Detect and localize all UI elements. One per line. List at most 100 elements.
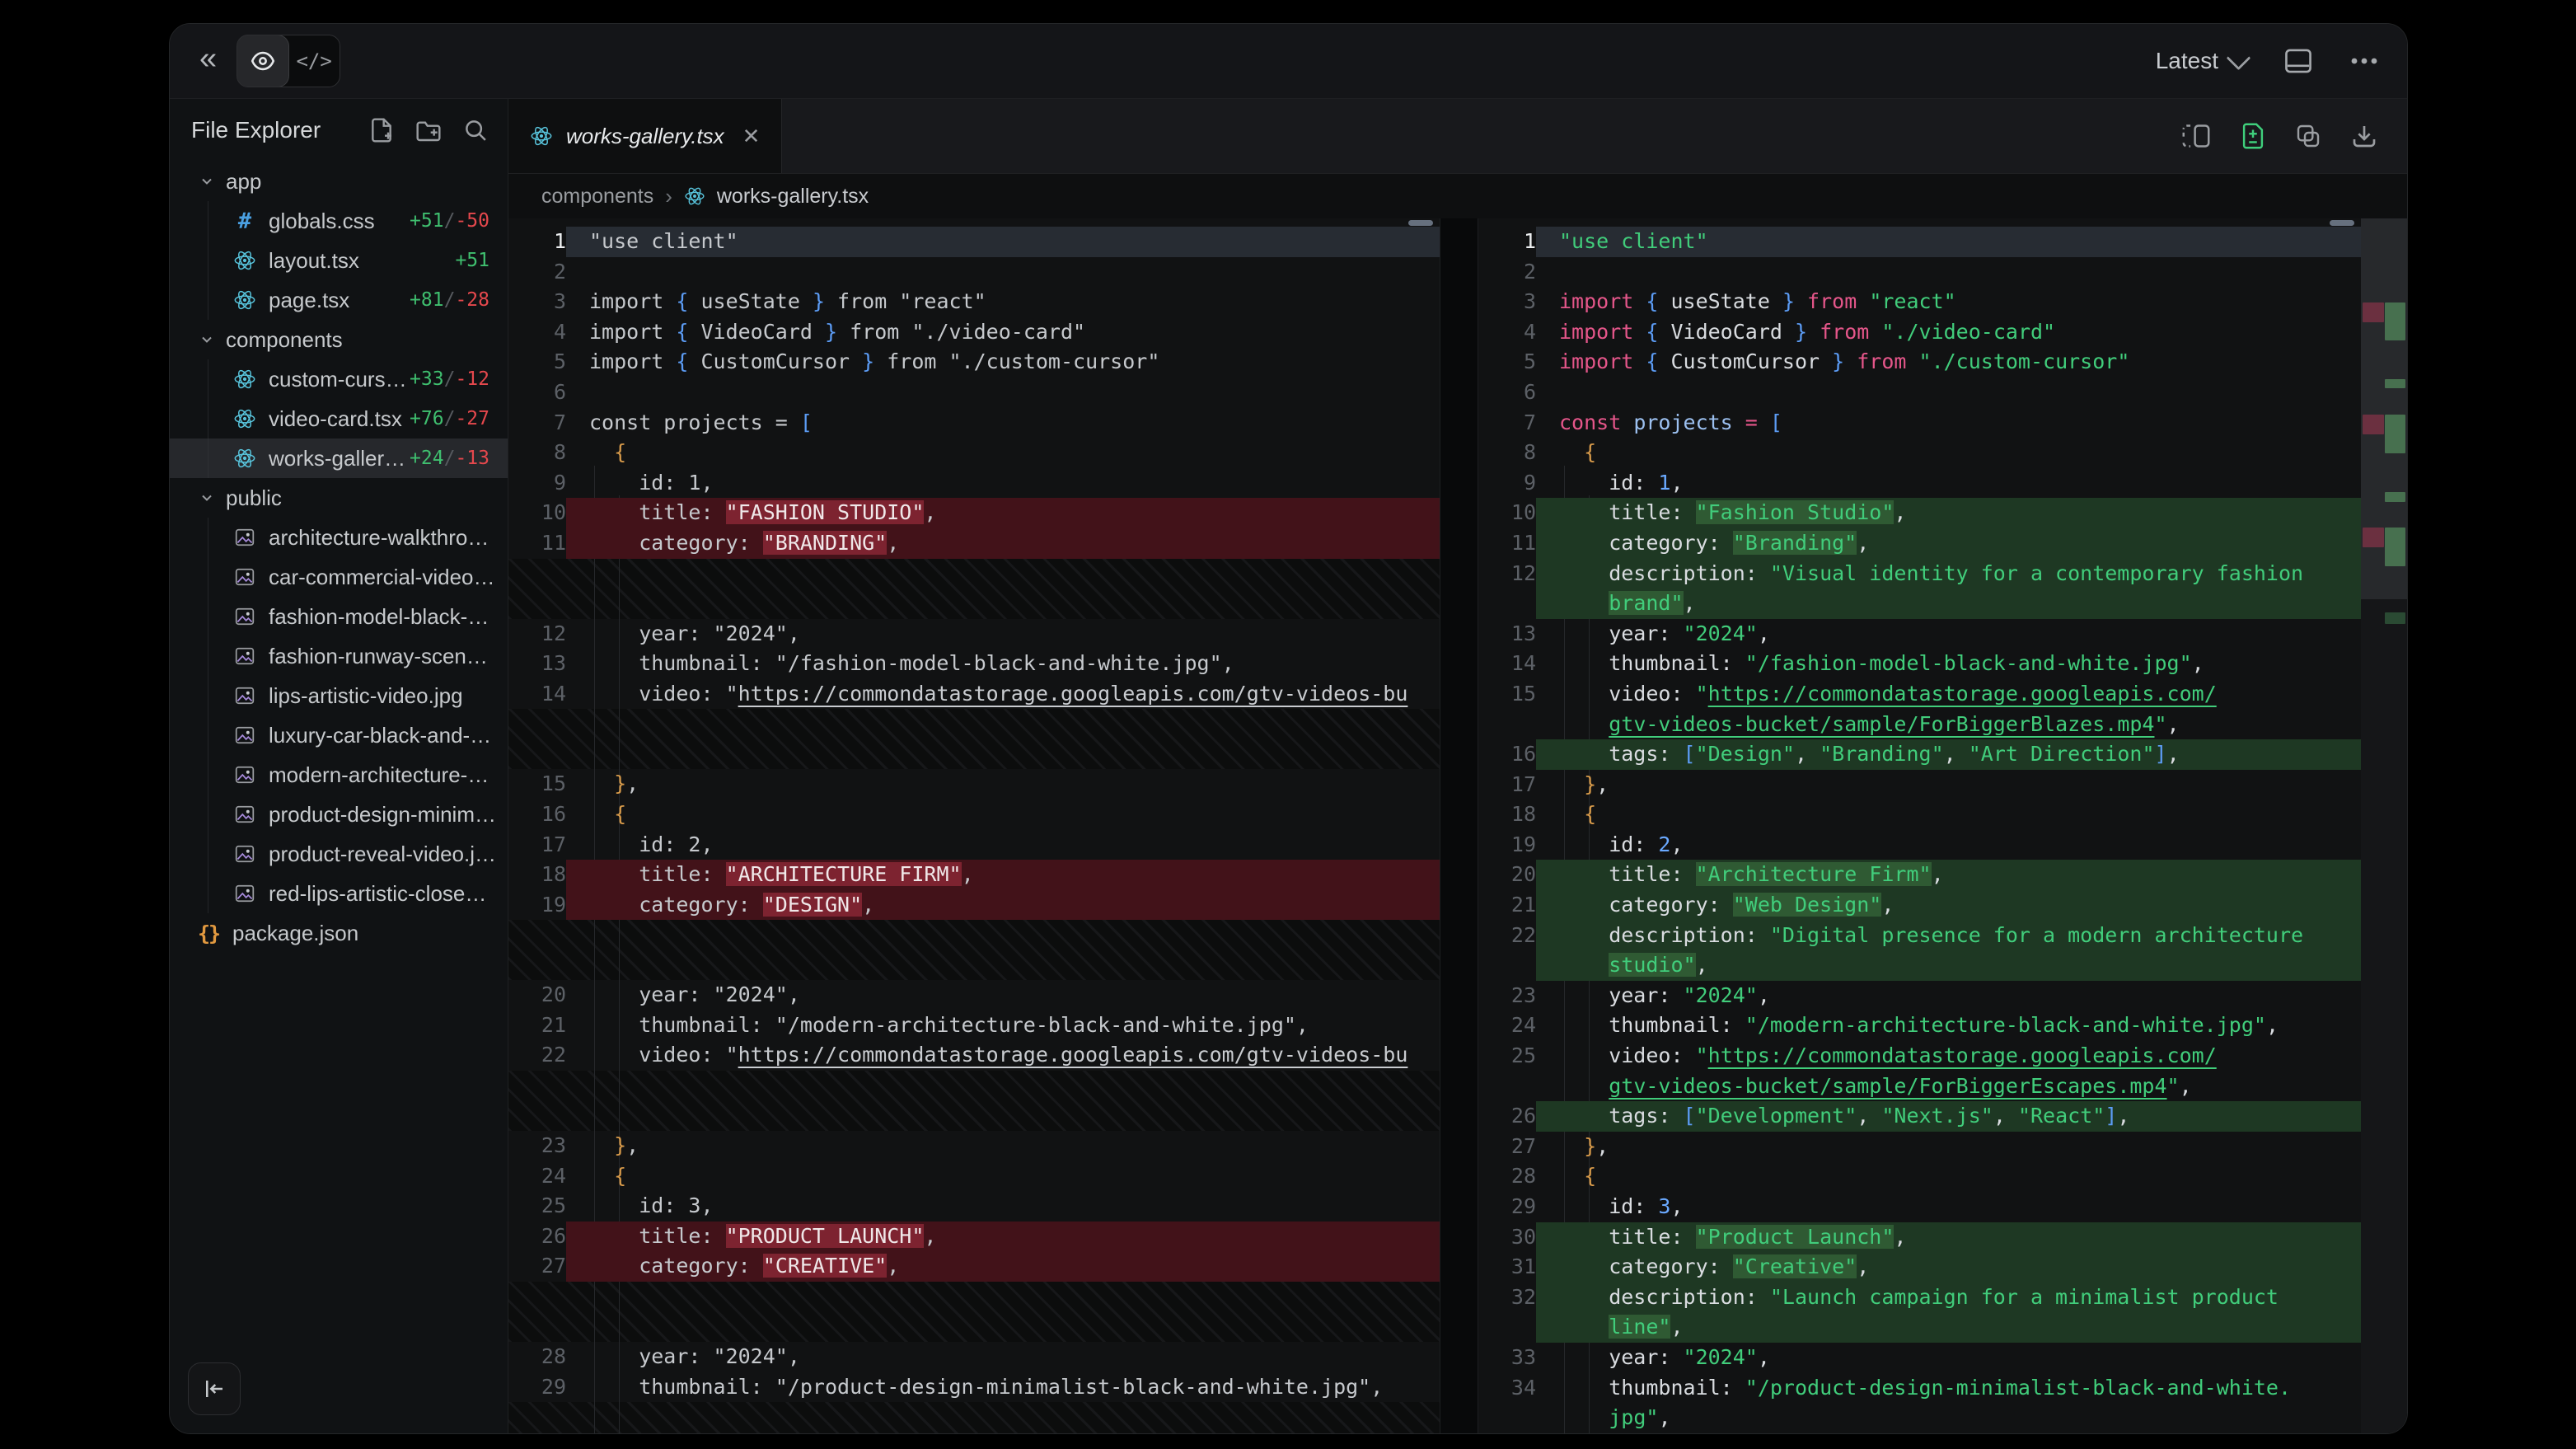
code-line[interactable]: 28 year: "2024",	[508, 1342, 1440, 1372]
tree-file-video-card.tsx[interactable]: video-card.tsx+76/-27	[170, 399, 508, 438]
tree-file-luxury-car-black-and-[interactable]: luxury-car-black-and-…	[170, 715, 508, 755]
code-line[interactable]: 1"use client"	[508, 227, 1440, 257]
code-line[interactable]: 27 },	[1478, 1132, 2361, 1162]
code-line[interactable]: 14 video: "https://commondatastorage.goo…	[508, 679, 1440, 710]
code-line[interactable]: 5import { CustomCursor } from "./custom-…	[508, 347, 1440, 377]
code-line[interactable]: 12 year: "2024",	[508, 619, 1440, 649]
new-file-button[interactable]	[369, 117, 394, 143]
code-line[interactable]: 17 id: 2,	[508, 830, 1440, 860]
code-line[interactable]: 6	[508, 377, 1440, 408]
code-line[interactable]: 20 title: "Architecture Firm",	[1478, 860, 2361, 890]
code-line[interactable]: 10 title: "FASHION STUDIO",	[508, 498, 1440, 528]
code-line[interactable]: 32 description: "Launch campaign for a m…	[1478, 1283, 2361, 1313]
tree-file-fashion-model-black-[interactable]: fashion-model-black-…	[170, 597, 508, 636]
new-folder-button[interactable]	[415, 117, 442, 143]
code-line[interactable]: 29 id: 3,	[1478, 1192, 2361, 1222]
code-line[interactable]: 14 thumbnail: "/fashion-model-black-and-…	[1478, 649, 2361, 679]
code-line[interactable]: 28 {	[1478, 1161, 2361, 1192]
code-line[interactable]: 13 thumbnail: "/fashion-model-black-and-…	[508, 649, 1440, 679]
code-line[interactable]: line",	[1478, 1312, 2361, 1343]
code-line[interactable]: 12 description: "Visual identity for a c…	[1478, 559, 2361, 589]
code-line[interactable]: 4import { VideoCard } from "./video-card…	[508, 317, 1440, 348]
code-line[interactable]: 8 {	[1478, 438, 2361, 468]
tree-file-product-reveal-video.j-[interactable]: product-reveal-video.j…	[170, 834, 508, 874]
code-line[interactable]: 18 {	[1478, 800, 2361, 830]
tree-file-works-galler-[interactable]: works-galler…+24/-13	[170, 438, 508, 478]
code-line[interactable]: 26 title: "PRODUCT LAUNCH",	[508, 1222, 1440, 1252]
code-line[interactable]: 21 category: "Web Design",	[1478, 890, 2361, 921]
code-line[interactable]: 9 id: 1,	[508, 468, 1440, 499]
code-line[interactable]: 16 tags: ["Design", "Branding", "Art Dir…	[1478, 739, 2361, 770]
code-line[interactable]: gtv-videos-bucket/sample/ForBiggerEscape…	[1478, 1072, 2361, 1102]
pane-divider[interactable]	[1440, 218, 1478, 1433]
code-line[interactable]: brand",	[1478, 589, 2361, 619]
code-line[interactable]: 6	[1478, 377, 2361, 408]
code-line[interactable]: 18 title: "ARCHITECTURE FIRM",	[508, 860, 1440, 890]
version-dropdown[interactable]: Latest	[2156, 48, 2247, 74]
tree-file-globals.css[interactable]: #globals.css+51/-50	[170, 201, 508, 241]
collapse-sidebar-button[interactable]	[188, 1362, 241, 1415]
code-line[interactable]: jpg",	[1478, 1403, 2361, 1433]
code-line[interactable]: 8 {	[508, 438, 1440, 468]
diff-overview-gutter[interactable]	[2361, 218, 2407, 1433]
code-line[interactable]: studio",	[1478, 950, 2361, 981]
code-line[interactable]: 2	[1478, 257, 2361, 288]
code-line[interactable]: 11 category: "Branding",	[1478, 528, 2361, 559]
layout-panel-button[interactable]	[2283, 48, 2313, 74]
breadcrumb-folder[interactable]: components	[541, 185, 653, 209]
code-line[interactable]: 22 description: "Digital presence for a …	[1478, 921, 2361, 951]
tree-file-package.json[interactable]: {}package.json	[170, 913, 508, 953]
code-line[interactable]: gtv-videos-bucket/sample/ForBiggerBlazes…	[1478, 710, 2361, 740]
code-line[interactable]: 7const projects = [	[1478, 408, 2361, 438]
tab-works-gallery[interactable]: works-gallery.tsx ✕	[508, 99, 782, 173]
tree-file-architecture-walkthro-[interactable]: architecture-walkthro…	[170, 518, 508, 557]
code-line[interactable]: 16 {	[508, 800, 1440, 830]
tree-file-custom-curs-[interactable]: custom-curs…+33/-12	[170, 359, 508, 399]
code-line[interactable]: 27 category: "CREATIVE",	[508, 1251, 1440, 1282]
tree-file-red-lips-artistic-close-[interactable]: red-lips-artistic-close…	[170, 874, 508, 913]
code-line[interactable]: 15 video: "https://commondatastorage.goo…	[1478, 679, 2361, 710]
tree-file-car-commercial-video-[interactable]: car-commercial-video…	[170, 557, 508, 597]
search-icon[interactable]	[463, 117, 488, 143]
code-line[interactable]: 5import { CustomCursor } from "./custom-…	[1478, 347, 2361, 377]
tree-file-layout.tsx[interactable]: layout.tsx+51	[170, 241, 508, 280]
tree-file-product-design-minim-[interactable]: product-design-minim…	[170, 795, 508, 834]
code-line[interactable]: 2	[508, 257, 1440, 288]
code-line[interactable]: 23 year: "2024",	[1478, 981, 2361, 1011]
breadcrumb-file[interactable]: works-gallery.tsx	[717, 185, 869, 209]
code-line[interactable]: 1"use client"	[1478, 227, 2361, 257]
tree-file-modern-architecture-[interactable]: modern-architecture-…	[170, 755, 508, 795]
code-line[interactable]: 29 thumbnail: "/product-design-minimalis…	[508, 1372, 1440, 1403]
split-editor-button[interactable]	[2181, 123, 2211, 149]
more-options-button[interactable]	[2349, 56, 2379, 66]
code-line[interactable]: 26 tags: ["Development", "Next.js", "Rea…	[1478, 1101, 2361, 1132]
code-line[interactable]: 4import { VideoCard } from "./video-card…	[1478, 317, 2361, 348]
code-line[interactable]: 25 id: 3,	[508, 1191, 1440, 1222]
tree-file-lips-artistic-video.jpg[interactable]: lips-artistic-video.jpg	[170, 676, 508, 715]
diff-pane-modified[interactable]: 1"use client"23import { useState } from …	[1478, 218, 2361, 1433]
code-line[interactable]: 34 thumbnail: "/product-design-minimalis…	[1478, 1373, 2361, 1404]
code-line[interactable]: 24 {	[508, 1161, 1440, 1192]
download-icon[interactable]	[2351, 123, 2377, 149]
tree-folder-app[interactable]: app	[170, 162, 508, 201]
code-line[interactable]: 24 thumbnail: "/modern-architecture-blac…	[1478, 1011, 2361, 1041]
code-line[interactable]: 31 category: "Creative",	[1478, 1252, 2361, 1283]
code-line[interactable]: 20 year: "2024",	[508, 980, 1440, 1011]
code-line[interactable]: 15 },	[508, 769, 1440, 800]
tree-folder-public[interactable]: public	[170, 478, 508, 518]
collapse-panel-icon[interactable]: «	[198, 43, 225, 79]
code-line[interactable]: 9 id: 1,	[1478, 468, 2361, 499]
code-line[interactable]: 3import { useState } from "react"	[508, 287, 1440, 317]
code-line[interactable]: 23 },	[508, 1131, 1440, 1161]
code-line[interactable]: 13 year: "2024",	[1478, 619, 2361, 649]
tree-file-page.tsx[interactable]: page.tsx+81/-28	[170, 280, 508, 320]
code-line[interactable]: 17 },	[1478, 770, 2361, 800]
code-line[interactable]: 3import { useState } from "react"	[1478, 287, 2361, 317]
code-line[interactable]: 19 id: 2,	[1478, 830, 2361, 860]
code-line[interactable]: 25 video: "https://commondatastorage.goo…	[1478, 1041, 2361, 1072]
code-line[interactable]: 11 category: "BRANDING",	[508, 528, 1440, 559]
preview-toggle-button[interactable]	[237, 35, 288, 87]
close-icon[interactable]: ✕	[738, 124, 761, 149]
scrollbar-thumb[interactable]	[1408, 220, 1433, 226]
code-line[interactable]: 10 title: "Fashion Studio",	[1478, 498, 2361, 528]
